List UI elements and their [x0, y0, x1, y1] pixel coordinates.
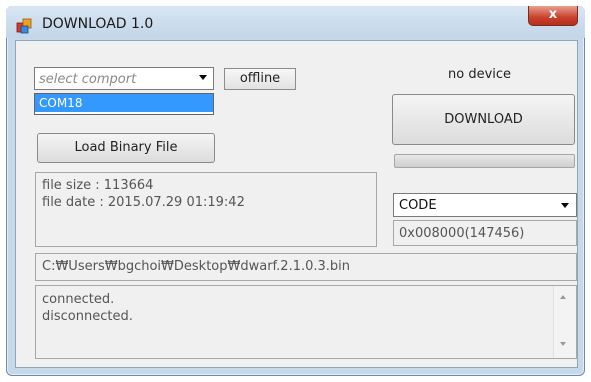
file-date-text: file date : 2015.07.29 01:19:42	[42, 195, 245, 210]
region-select-value: CODE	[399, 198, 437, 213]
load-binary-file-button[interactable]: Load Binary File	[37, 133, 215, 163]
log-line: disconnected.	[42, 309, 133, 324]
download-progress-bar	[394, 154, 575, 168]
window-title: DOWNLOAD 1.0	[42, 16, 154, 32]
close-button[interactable]: x	[528, 6, 578, 26]
scroll-down-icon[interactable]	[560, 342, 566, 346]
file-path-value: C:₩Users₩bgchoi₩Desktop₩dwarf.2.1.0.3.bi…	[42, 259, 351, 274]
log-line: connected.	[42, 292, 115, 307]
comport-select-value: select comport	[39, 72, 137, 87]
device-status-label: no device	[448, 67, 512, 82]
download-button[interactable]: DOWNLOAD	[392, 94, 575, 145]
connection-status-box[interactable]: offline	[224, 68, 296, 90]
file-size-text: file size : 113664	[42, 178, 154, 193]
chevron-down-icon[interactable]	[561, 203, 569, 208]
comport-option-com18[interactable]: COM18	[35, 94, 213, 112]
chevron-down-icon[interactable]	[199, 75, 207, 80]
address-value: 0x008000(147456)	[399, 226, 525, 241]
scroll-up-icon[interactable]	[560, 295, 566, 299]
app-icon	[16, 16, 34, 34]
